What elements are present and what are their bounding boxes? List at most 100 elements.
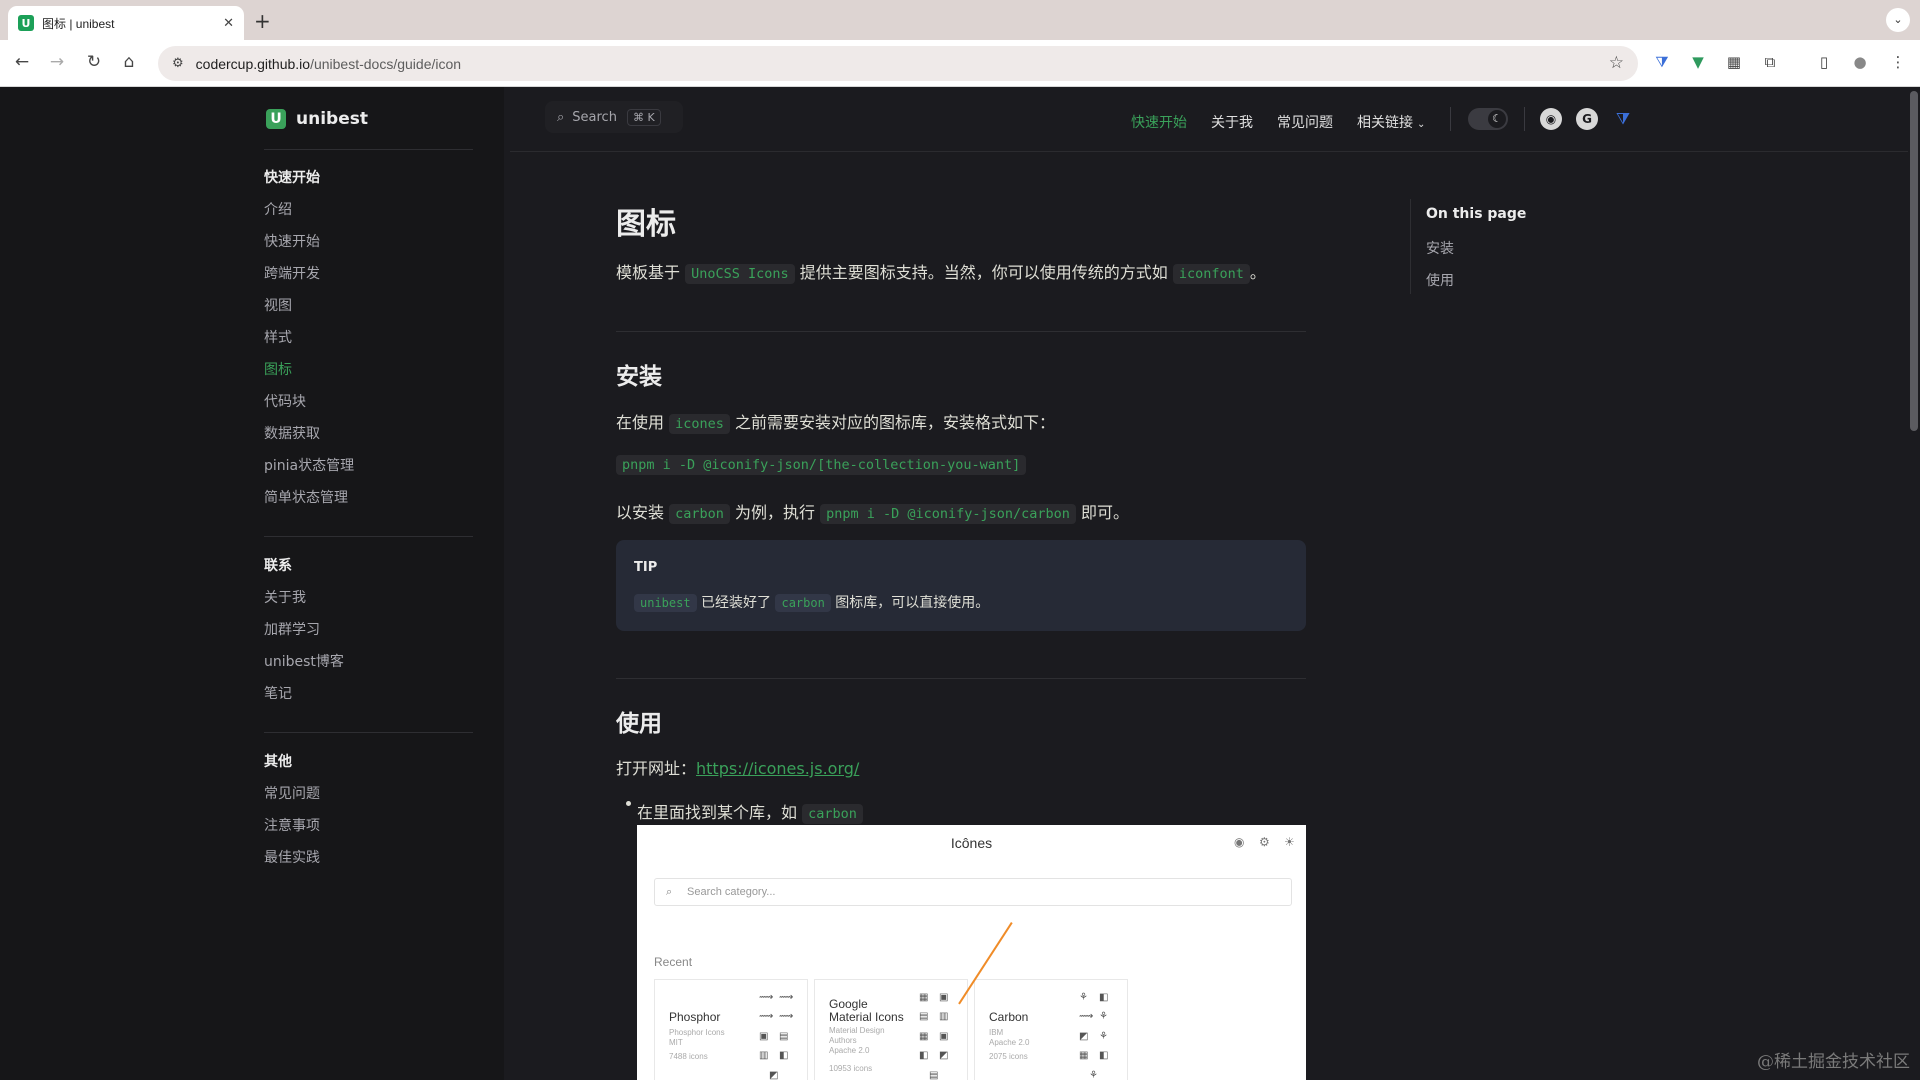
- extensions-puzzle-icon[interactable]: ⧉: [1760, 53, 1780, 73]
- scrollbar[interactable]: [1908, 87, 1920, 1080]
- github-icon: ◉: [1234, 835, 1245, 849]
- url-text[interactable]: codercup.github.io/unibest-docs/guide/ic…: [196, 56, 461, 72]
- sidebar-item-faq[interactable]: 常见问题: [264, 783, 320, 803]
- install-paragraph: 在使用 icones 之前需要安装对应的图标库，安装格式如下：: [616, 413, 1055, 434]
- icon-glyph: ◧: [1099, 1050, 1109, 1061]
- new-tab-icon[interactable]: +: [254, 9, 271, 33]
- icon-glyph: ▣: [939, 1031, 949, 1042]
- search-shortcut: ⌘ K: [626, 108, 661, 126]
- tip-title: TIP: [634, 560, 658, 575]
- icones-link[interactable]: https://icones.js.org/: [696, 759, 859, 778]
- icon-glyph: ▣: [939, 992, 949, 1003]
- sun-icon: ☀: [1284, 835, 1295, 849]
- sidebar-divider: [264, 536, 473, 537]
- extension-icon-1[interactable]: ⧩: [1652, 53, 1672, 73]
- tip-body: unibest 已经装好了 carbon 图标库，可以直接使用。: [634, 592, 989, 612]
- sidebar-item-style[interactable]: 样式: [264, 327, 292, 347]
- nav-related-links[interactable]: 相关链接 ⌄: [1357, 112, 1425, 132]
- search-button[interactable]: ⌕ Search ⌘ K: [545, 101, 683, 133]
- inline-code: carbon: [802, 804, 863, 824]
- outline-item-usage[interactable]: 使用: [1426, 270, 1454, 290]
- outline-title: On this page: [1426, 206, 1527, 222]
- close-tab-icon[interactable]: ✕: [223, 16, 234, 31]
- moon-icon: ☾: [1488, 110, 1506, 128]
- icon-glyph: ⟿: [759, 992, 774, 1003]
- icon-glyph: ⟿: [759, 1011, 774, 1022]
- icon-glyph: ▤: [929, 1070, 939, 1080]
- nav-divider: [1524, 107, 1525, 131]
- sidebar-item-data-fetch[interactable]: 数据获取: [264, 423, 320, 443]
- side-panel-icon[interactable]: ▯: [1814, 53, 1834, 73]
- address-bar[interactable]: ⚙ codercup.github.io/unibest-docs/guide/…: [158, 46, 1638, 81]
- home-icon[interactable]: ⌂: [118, 52, 140, 72]
- sidebar-divider: [264, 732, 473, 733]
- collection-card-carbon: Carbon IBM Apache 2.0 2075 icons ⚘ ◧ ⟿ ⚘…: [974, 979, 1128, 1080]
- icon-glyph: ⚘: [1079, 992, 1088, 1003]
- outline-marker: [1410, 199, 1411, 294]
- sidebar-divider: [264, 149, 473, 150]
- inline-code: icones: [669, 414, 730, 434]
- nav-quickstart[interactable]: 快速开始: [1131, 112, 1187, 132]
- sidebar-item-intro[interactable]: 介绍: [264, 199, 292, 219]
- vue-devtools-icon[interactable]: ▼: [1688, 53, 1708, 73]
- site-logo[interactable]: U unibest: [266, 109, 368, 129]
- site-info-icon[interactable]: ⚙: [172, 56, 184, 71]
- icon-glyph: ▦: [919, 1031, 929, 1042]
- theme-toggle[interactable]: ☾: [1468, 108, 1508, 130]
- profile-avatar-icon[interactable]: ●: [1850, 53, 1870, 73]
- heading-usage: 使用: [616, 711, 662, 737]
- browser-tabbar: U 图标 | unibest ✕ + ⌄: [0, 0, 1920, 40]
- icon-glyph: ⟿: [779, 1011, 794, 1022]
- sidebar-item-simple-state[interactable]: 简单状态管理: [264, 487, 348, 507]
- install-example-paragraph: 以安装 carbon 为例，执行 pnpm i -D @iconify-json…: [616, 503, 1129, 524]
- page: U unibest 快速开始 介绍 快速开始 跨端开发 视图 样式 图标 代码块…: [0, 87, 1920, 1080]
- sidebar-group-title: 其他: [264, 754, 292, 770]
- browser-tab[interactable]: U 图标 | unibest ✕: [8, 6, 244, 40]
- sidebar-item-caveats[interactable]: 注意事项: [264, 815, 320, 835]
- sidebar-item-about[interactable]: 关于我: [264, 587, 306, 607]
- sidebar-item-best-practice[interactable]: 最佳实践: [264, 847, 320, 867]
- sidebar-item-pinia[interactable]: pinia状态管理: [264, 455, 354, 475]
- chevron-down-icon: ⌄: [1417, 119, 1426, 130]
- tab-title: 图标 | unibest: [42, 16, 115, 31]
- qr-code-icon[interactable]: ▦: [1724, 53, 1744, 73]
- collection-card-material: Google Material Icons Material Design Au…: [814, 979, 968, 1080]
- sidebar-item-notes[interactable]: 笔记: [264, 683, 292, 703]
- sidebar-item-blog[interactable]: unibest博客: [264, 651, 344, 671]
- inline-code: iconfont: [1172, 264, 1250, 284]
- github-icon[interactable]: ◉: [1540, 108, 1562, 130]
- back-icon[interactable]: ←: [11, 52, 33, 72]
- juejin-icon[interactable]: ⧩: [1612, 108, 1634, 130]
- gear-icon: ⚙: [1259, 835, 1270, 849]
- reload-icon[interactable]: ↻: [83, 52, 105, 72]
- nav-faq[interactable]: 常见问题: [1277, 112, 1333, 132]
- nav-about[interactable]: 关于我: [1211, 112, 1253, 132]
- browser-menu-icon[interactable]: ⋮: [1888, 53, 1908, 73]
- forward-icon[interactable]: →: [46, 52, 68, 72]
- intro-paragraph: 模板基于 UnoCSS Icons 提供主要图标支持。当然，你可以使用传统的方式…: [616, 263, 1266, 284]
- gitee-icon[interactable]: G: [1576, 108, 1598, 130]
- tab-search-dropdown-icon[interactable]: ⌄: [1886, 8, 1910, 32]
- icon-glyph: ⚘: [1089, 1070, 1098, 1080]
- bookmark-star-icon[interactable]: ☆: [1609, 53, 1624, 73]
- search-label: Search: [572, 109, 617, 125]
- icon-glyph: ⚘: [1099, 1031, 1108, 1042]
- outline-item-install[interactable]: 安装: [1426, 238, 1454, 258]
- icon-glyph: ◩: [939, 1050, 949, 1061]
- sidebar-item-codeblock[interactable]: 代码块: [264, 391, 306, 411]
- icones-title: Icônes: [950, 835, 993, 851]
- watermark: @稀土掘金技术社区: [1757, 1052, 1910, 1072]
- icon-glyph: ◧: [919, 1050, 929, 1061]
- scrollbar-thumb[interactable]: [1910, 91, 1918, 431]
- sidebar-item-join-group[interactable]: 加群学习: [264, 619, 320, 639]
- icon-glyph: ◩: [769, 1070, 779, 1080]
- section-divider: [616, 678, 1306, 679]
- site-name: unibest: [296, 109, 368, 129]
- sidebar-item-quickstart[interactable]: 快速开始: [264, 231, 320, 251]
- logo-icon: U: [266, 109, 286, 129]
- recent-label: Recent: [654, 955, 693, 969]
- inline-code: carbon: [669, 504, 730, 524]
- sidebar-item-icon[interactable]: 图标: [264, 359, 292, 379]
- sidebar-item-cross-platform[interactable]: 跨端开发: [264, 263, 320, 283]
- sidebar-item-view[interactable]: 视图: [264, 295, 292, 315]
